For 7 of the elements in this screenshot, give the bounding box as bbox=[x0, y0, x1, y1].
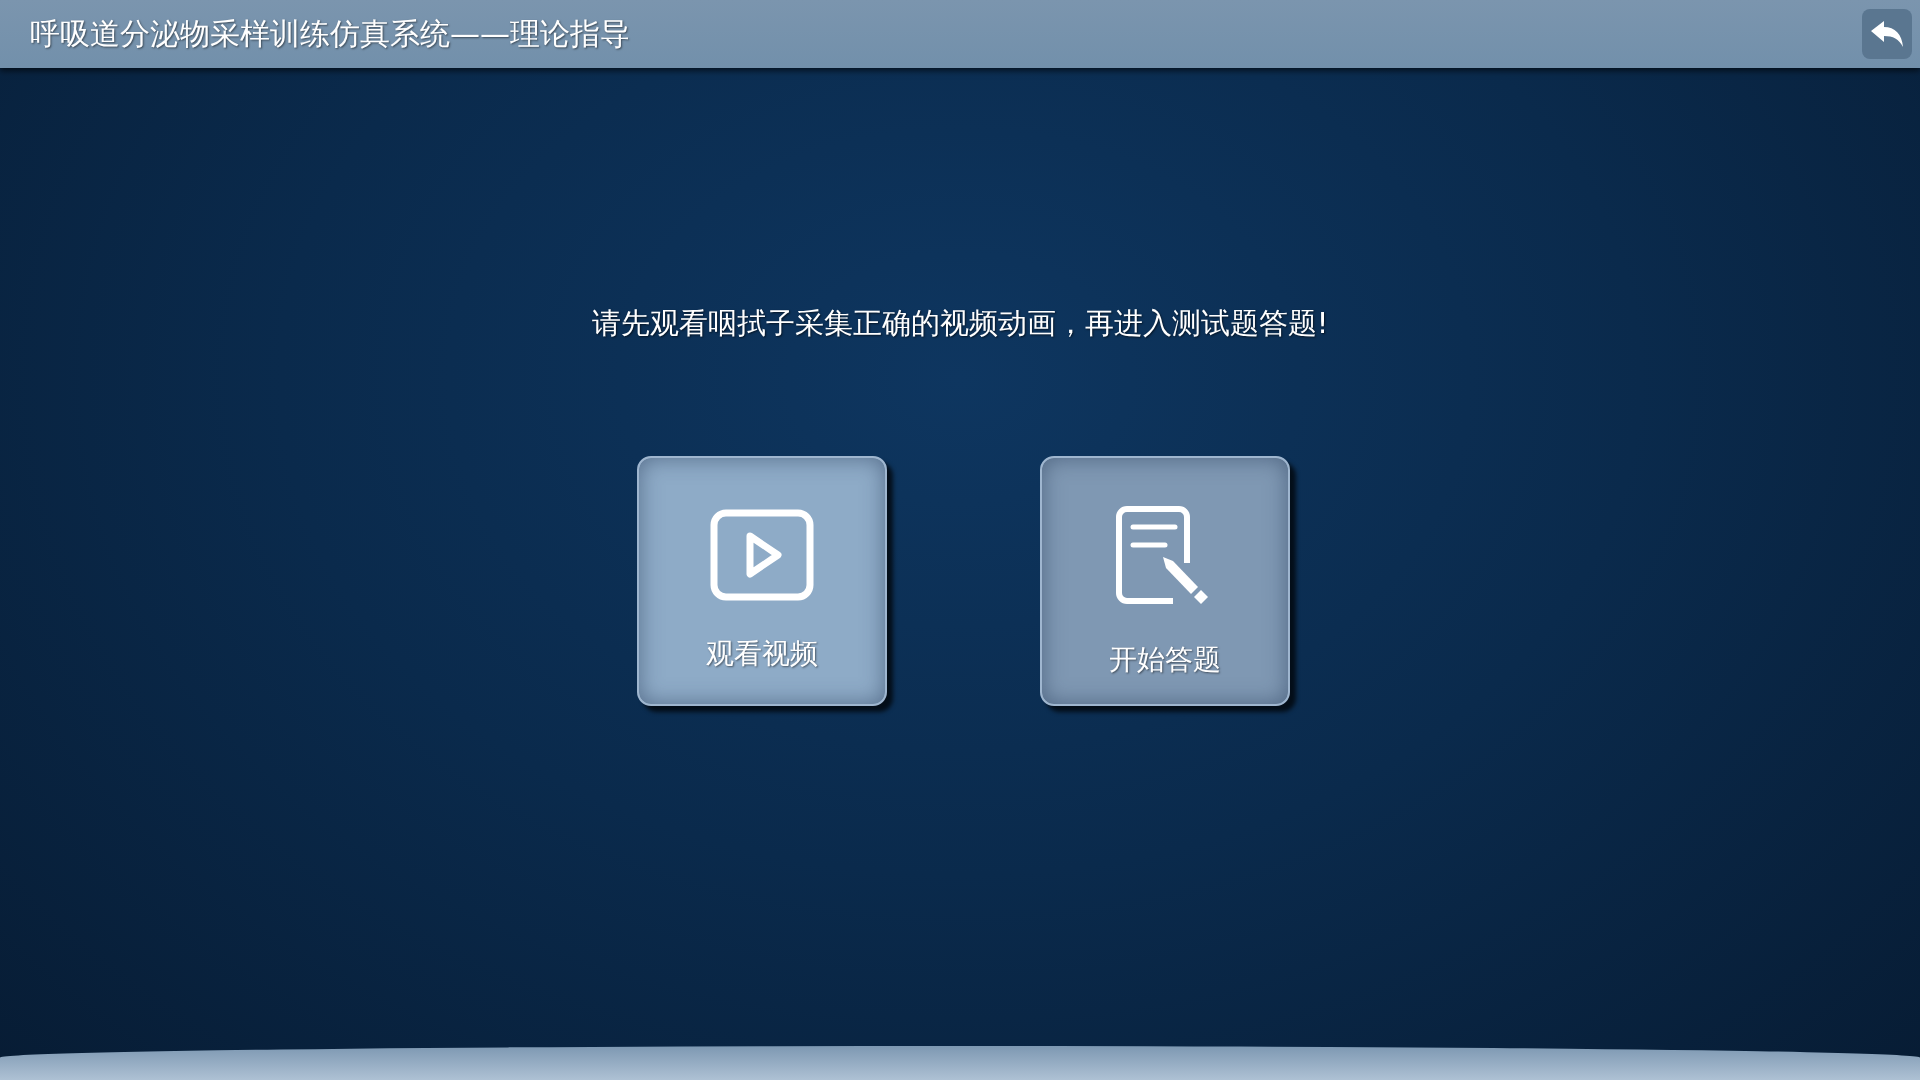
app-title: 呼吸道分泌物采样训练仿真系统——理论指导 bbox=[30, 14, 630, 53]
back-button[interactable] bbox=[1862, 9, 1912, 59]
back-arrow-icon bbox=[1869, 19, 1905, 49]
instruction-text: 请先观看咽拭子采集正确的视频动画，再进入测试题答题! bbox=[591, 305, 1329, 342]
start-quiz-button[interactable]: 开始答题 bbox=[1039, 456, 1290, 706]
watch-video-button[interactable]: 观看视频 bbox=[636, 456, 887, 706]
play-video-icon bbox=[709, 509, 814, 601]
